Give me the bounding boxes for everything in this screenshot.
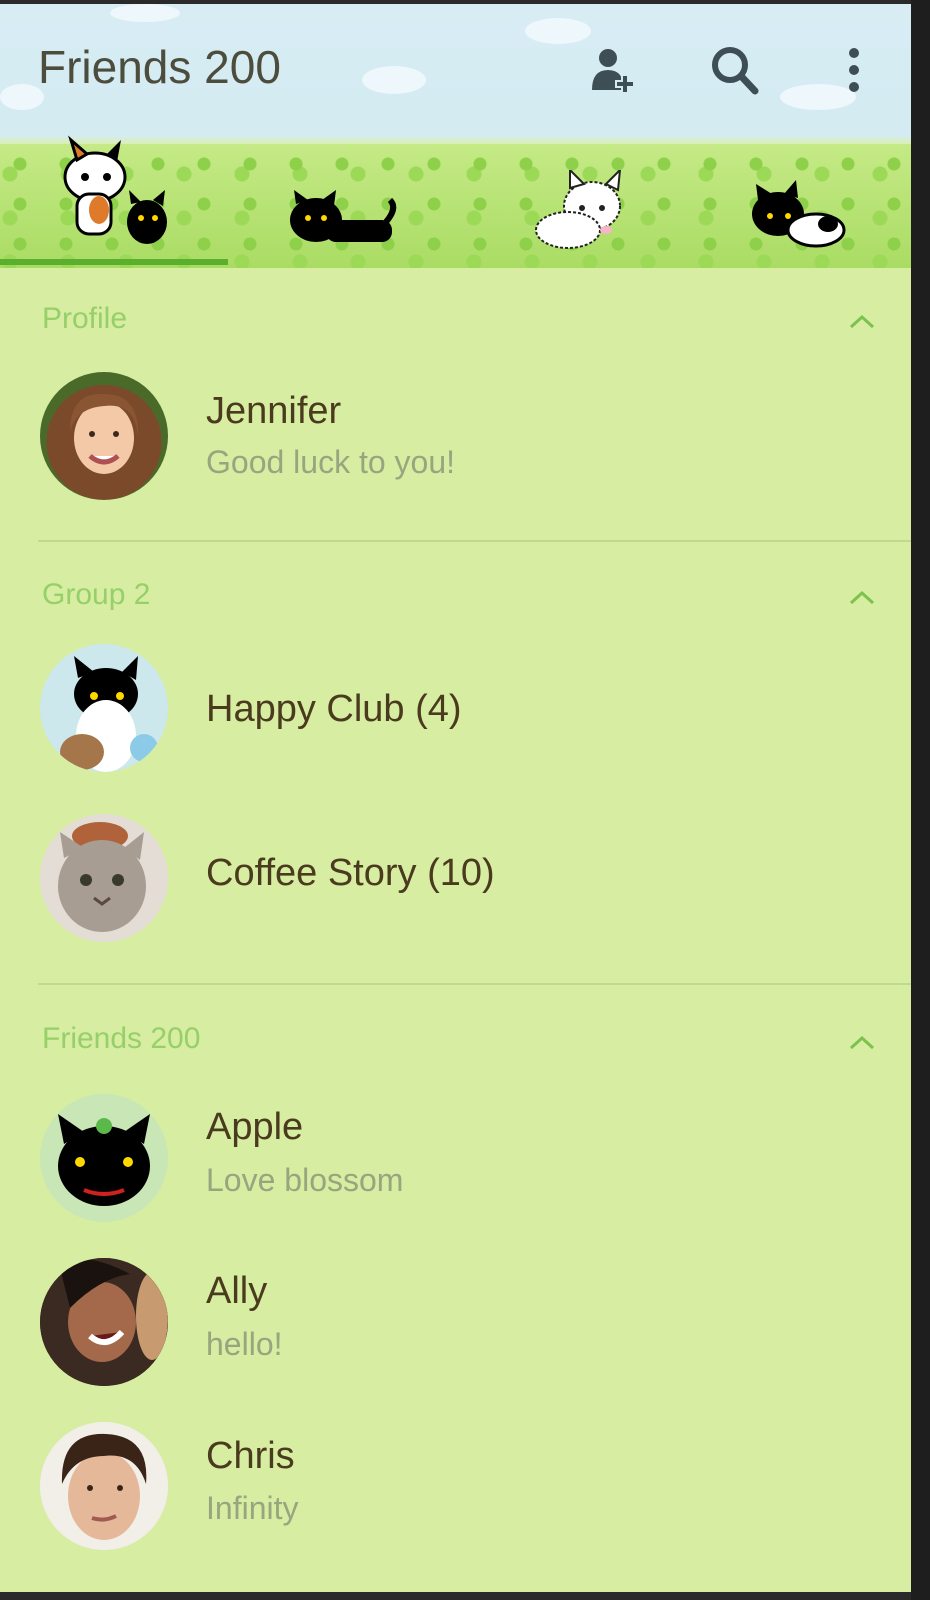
tab-indicator [0,259,228,265]
friend-status: Love blossom [206,1162,404,1198]
divider [38,540,911,542]
person-avatar-icon [40,1258,168,1386]
friend-name: Ally [206,1270,268,1312]
avatar [40,644,168,772]
more-icon [849,48,859,92]
friend-name: Apple [206,1106,304,1148]
group-name: Happy Club (4) [206,688,462,730]
page-title: Friends 200 [38,41,281,93]
section-label-profile: Profile [42,302,128,335]
avatar [40,372,168,500]
profile-name: Jennifer [206,390,342,432]
cat-group-avatar-icon [60,656,158,772]
black-cat-lying-illustration [290,190,397,242]
cloud-decoration [525,18,591,44]
section-label-friends: Friends 200 [42,1022,201,1055]
black-cat-avatar-icon [58,1114,150,1206]
tabby-cat-avatar-icon [40,814,168,942]
avatar [40,1422,168,1550]
more-options-button[interactable] [828,44,880,96]
navigation-bar-edge [0,1592,911,1600]
header-banner: Friends 200 [0,4,911,268]
group-name: Coffee Story (10) [206,852,495,894]
friend-status: hello! [206,1326,283,1362]
search-icon [712,47,759,95]
chevron-up-icon[interactable] [845,585,879,609]
add-friend-button[interactable] [588,44,640,96]
chevron-up-icon[interactable] [845,309,879,333]
avatar [40,1094,168,1222]
friend-status: Infinity [206,1490,299,1526]
divider [38,983,911,985]
person-avatar-icon [40,1422,168,1550]
profile-status: Good luck to you! [206,444,456,480]
cloud-decoration [110,4,180,22]
white-cat-illustration [535,170,622,249]
friends-screen: Friends 200 Profile Jennifer Good luck t… [0,0,911,1600]
cloud-decoration [362,66,426,94]
add-friend-icon [592,49,635,94]
calico-cat-illustration [63,135,167,244]
friend-name: Chris [206,1435,295,1477]
section-label-groups: Group 2 [42,578,151,611]
chevron-up-icon[interactable] [845,1030,879,1054]
black-white-cat-illustration [752,180,846,248]
search-button[interactable] [708,44,760,96]
avatar [40,814,168,942]
avatar [40,1258,168,1386]
person-avatar-icon [70,393,139,474]
